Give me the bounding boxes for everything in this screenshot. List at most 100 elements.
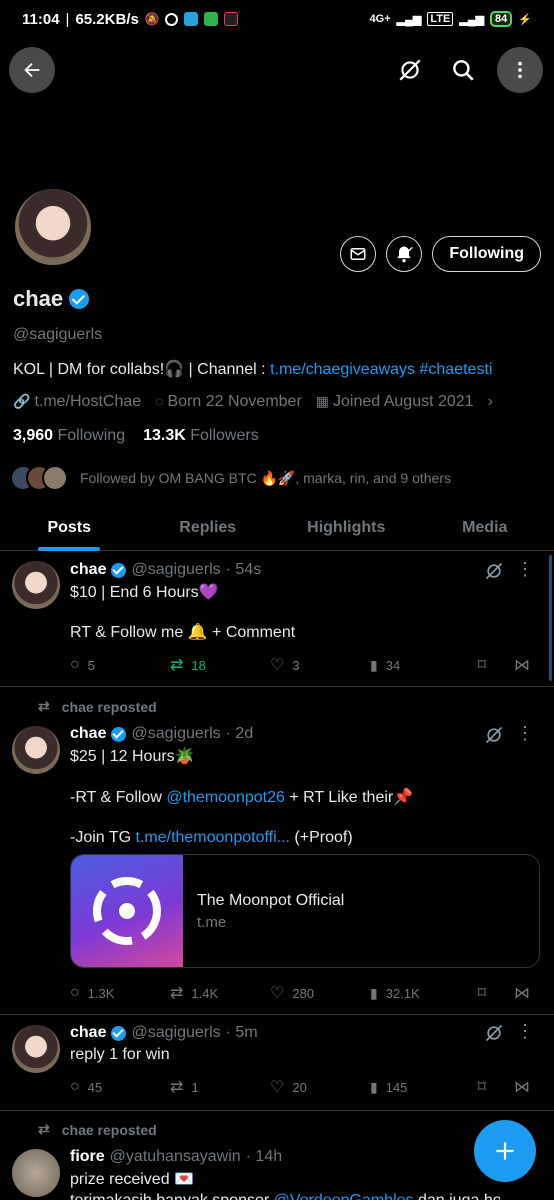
repost-button[interactable]: ⇄ 1.4K: [170, 983, 270, 1003]
post-text-segment: + RT Like their📌: [284, 789, 414, 806]
back-button[interactable]: [9, 47, 55, 93]
post-handle: @sagiguerls: [131, 1024, 221, 1041]
status-bar: 11:04 | 65.2KB/s 🔕 4G+ ▂▄▆ LTE ▂▄▆ 84 ⚡: [22, 10, 532, 28]
bookmark-icon[interactable]: ⌑: [478, 983, 486, 1003]
post-text: prize received 💌: [70, 1171, 194, 1188]
bookmark-icon[interactable]: ⌑: [478, 1077, 486, 1097]
reply-button[interactable]: ○ 5: [70, 656, 170, 674]
heart-icon: ♡: [270, 985, 285, 1002]
post-handle: @sagiguerls: [131, 561, 221, 578]
profile-handle: @sagiguerls: [13, 326, 103, 343]
views-icon: ▮: [370, 984, 378, 1001]
mute-icon: 🔕: [144, 12, 160, 26]
profile-counts: 3,960 Following 13.3K Followers: [13, 427, 259, 445]
card-title: The Moonpot Official: [197, 891, 345, 909]
mini-avatar: [42, 465, 68, 491]
following-button[interactable]: Following: [432, 236, 541, 272]
like-button[interactable]: ♡ 280: [270, 983, 370, 1003]
post-avatar[interactable]: [12, 1149, 60, 1197]
tg-link[interactable]: t.me/themoonpotoffi...: [136, 829, 290, 846]
link-card[interactable]: The Moonpot Official t.me: [70, 854, 540, 968]
grok-icon[interactable]: [484, 725, 504, 745]
post-author[interactable]: chae: [70, 725, 106, 743]
follower-avatars: [10, 465, 68, 491]
post[interactable]: ⇄ chae reposted chae @sagiguerls · 2d ⋮ …: [0, 687, 554, 1015]
balloon-icon: ◌: [155, 393, 164, 409]
post-more-icon[interactable]: ⋮: [516, 1021, 534, 1042]
like-count: 20: [292, 1079, 307, 1095]
reply-button[interactable]: ○ 1.3K: [70, 984, 170, 1002]
battery-icon: 84: [490, 11, 513, 27]
alarm-icon: [164, 12, 178, 26]
post-more-icon[interactable]: ⋮: [516, 559, 534, 580]
compose-button[interactable]: [474, 1120, 536, 1182]
profile-avatar[interactable]: [12, 186, 94, 268]
tab-media[interactable]: Media: [416, 505, 554, 550]
post-author[interactable]: chae: [70, 1024, 106, 1042]
share-icon[interactable]: ⋈: [514, 983, 530, 1003]
following-count-link[interactable]: 3,960 Following: [13, 427, 125, 445]
signal-icon: ▂▄▆: [396, 13, 422, 26]
post-author[interactable]: chae: [70, 561, 106, 579]
tab-highlights[interactable]: Highlights: [277, 505, 416, 550]
followers-count: 13.3K: [143, 427, 186, 444]
profile-born: Born 22 November: [167, 393, 302, 410]
post-avatar[interactable]: [12, 726, 60, 774]
bio-hashtag[interactable]: #chaetesti: [420, 361, 493, 378]
post[interactable]: ⇄ chae reposted fiore @yatuhansayawin · …: [0, 1111, 554, 1200]
like-button[interactable]: ♡ 3: [270, 655, 370, 675]
post-text: -Join TG t.me/themoonpotoffi... (+Proof): [70, 828, 353, 848]
post-time: · 5m: [225, 1024, 258, 1041]
post-time: · 14h: [245, 1148, 283, 1165]
verified-badge-icon[interactable]: [69, 289, 90, 309]
post-text-segment: dan juga host: [414, 1192, 500, 1200]
post-more-icon[interactable]: ⋮: [516, 723, 534, 744]
post-text-segment: -RT & Follow: [70, 789, 167, 806]
tab-replies[interactable]: Replies: [139, 505, 278, 550]
notifications-button[interactable]: [386, 236, 423, 272]
repost-button[interactable]: ⇄ 1: [170, 1077, 270, 1097]
search-button[interactable]: [440, 47, 486, 93]
profile-website[interactable]: t.me/HostChae: [34, 393, 141, 410]
post-header: chae @sagiguerls · 54s: [70, 561, 261, 579]
followers-count-link[interactable]: 13.3K Followers: [143, 427, 259, 445]
views-icon: ▮: [370, 1078, 378, 1095]
signal-icon-2: ▂▄▆: [459, 13, 485, 26]
reply-button[interactable]: ○ 45: [70, 1078, 170, 1096]
network-speed: 65.2KB/s: [75, 10, 139, 28]
repost-button[interactable]: ⇄ 18: [170, 655, 270, 675]
heart-icon: ♡: [270, 657, 285, 674]
share-icon[interactable]: ⋈: [514, 655, 530, 675]
tab-posts[interactable]: Posts: [0, 505, 139, 550]
mention-link[interactable]: @VerdeenGambles: [274, 1192, 414, 1200]
bio-channel-link[interactable]: t.me/chaegiveaways: [270, 361, 415, 378]
post[interactable]: chae @sagiguerls · 54s ⋮ $10 | End 6 Hou…: [0, 551, 554, 687]
post-author[interactable]: fiore: [70, 1148, 105, 1166]
message-button[interactable]: [340, 236, 377, 272]
post[interactable]: chae @sagiguerls · 5m ⋮ reply 1 for win …: [0, 1015, 554, 1111]
post-avatar[interactable]: [12, 1025, 60, 1073]
bell-check-icon: [397, 246, 414, 263]
post-text: reply 1 for win: [70, 1046, 170, 1063]
followed-by[interactable]: Followed by OM BANG BTC 🔥🚀, marka, rin, …: [10, 465, 451, 491]
post-handle: @sagiguerls: [131, 725, 221, 742]
views-button[interactable]: ▮ 145: [370, 1079, 466, 1096]
profile-actions: Following: [340, 236, 541, 272]
like-button[interactable]: ♡ 20: [270, 1077, 370, 1097]
chevron-right-icon[interactable]: ›: [488, 393, 493, 411]
reply-count: 45: [87, 1079, 103, 1095]
post-text: RT & Follow me 🔔 + Comment: [70, 624, 296, 641]
mention-link[interactable]: @themoonpot26: [166, 789, 285, 806]
profile-name: chae: [13, 286, 64, 311]
grok-icon[interactable]: [484, 1023, 504, 1043]
grok-icon[interactable]: [484, 561, 504, 581]
bookmark-icon[interactable]: ⌑: [478, 655, 486, 675]
post-avatar[interactable]: [12, 561, 60, 609]
views-button[interactable]: ▮ 32.1K: [370, 985, 466, 1002]
views-button[interactable]: ▮ 34: [370, 657, 466, 674]
verified-badge-icon: [111, 562, 127, 578]
grok-button[interactable]: [387, 47, 433, 93]
view-count: 32.1K: [385, 985, 420, 1001]
more-options-button[interactable]: [497, 47, 543, 93]
share-icon[interactable]: ⋈: [514, 1077, 530, 1097]
